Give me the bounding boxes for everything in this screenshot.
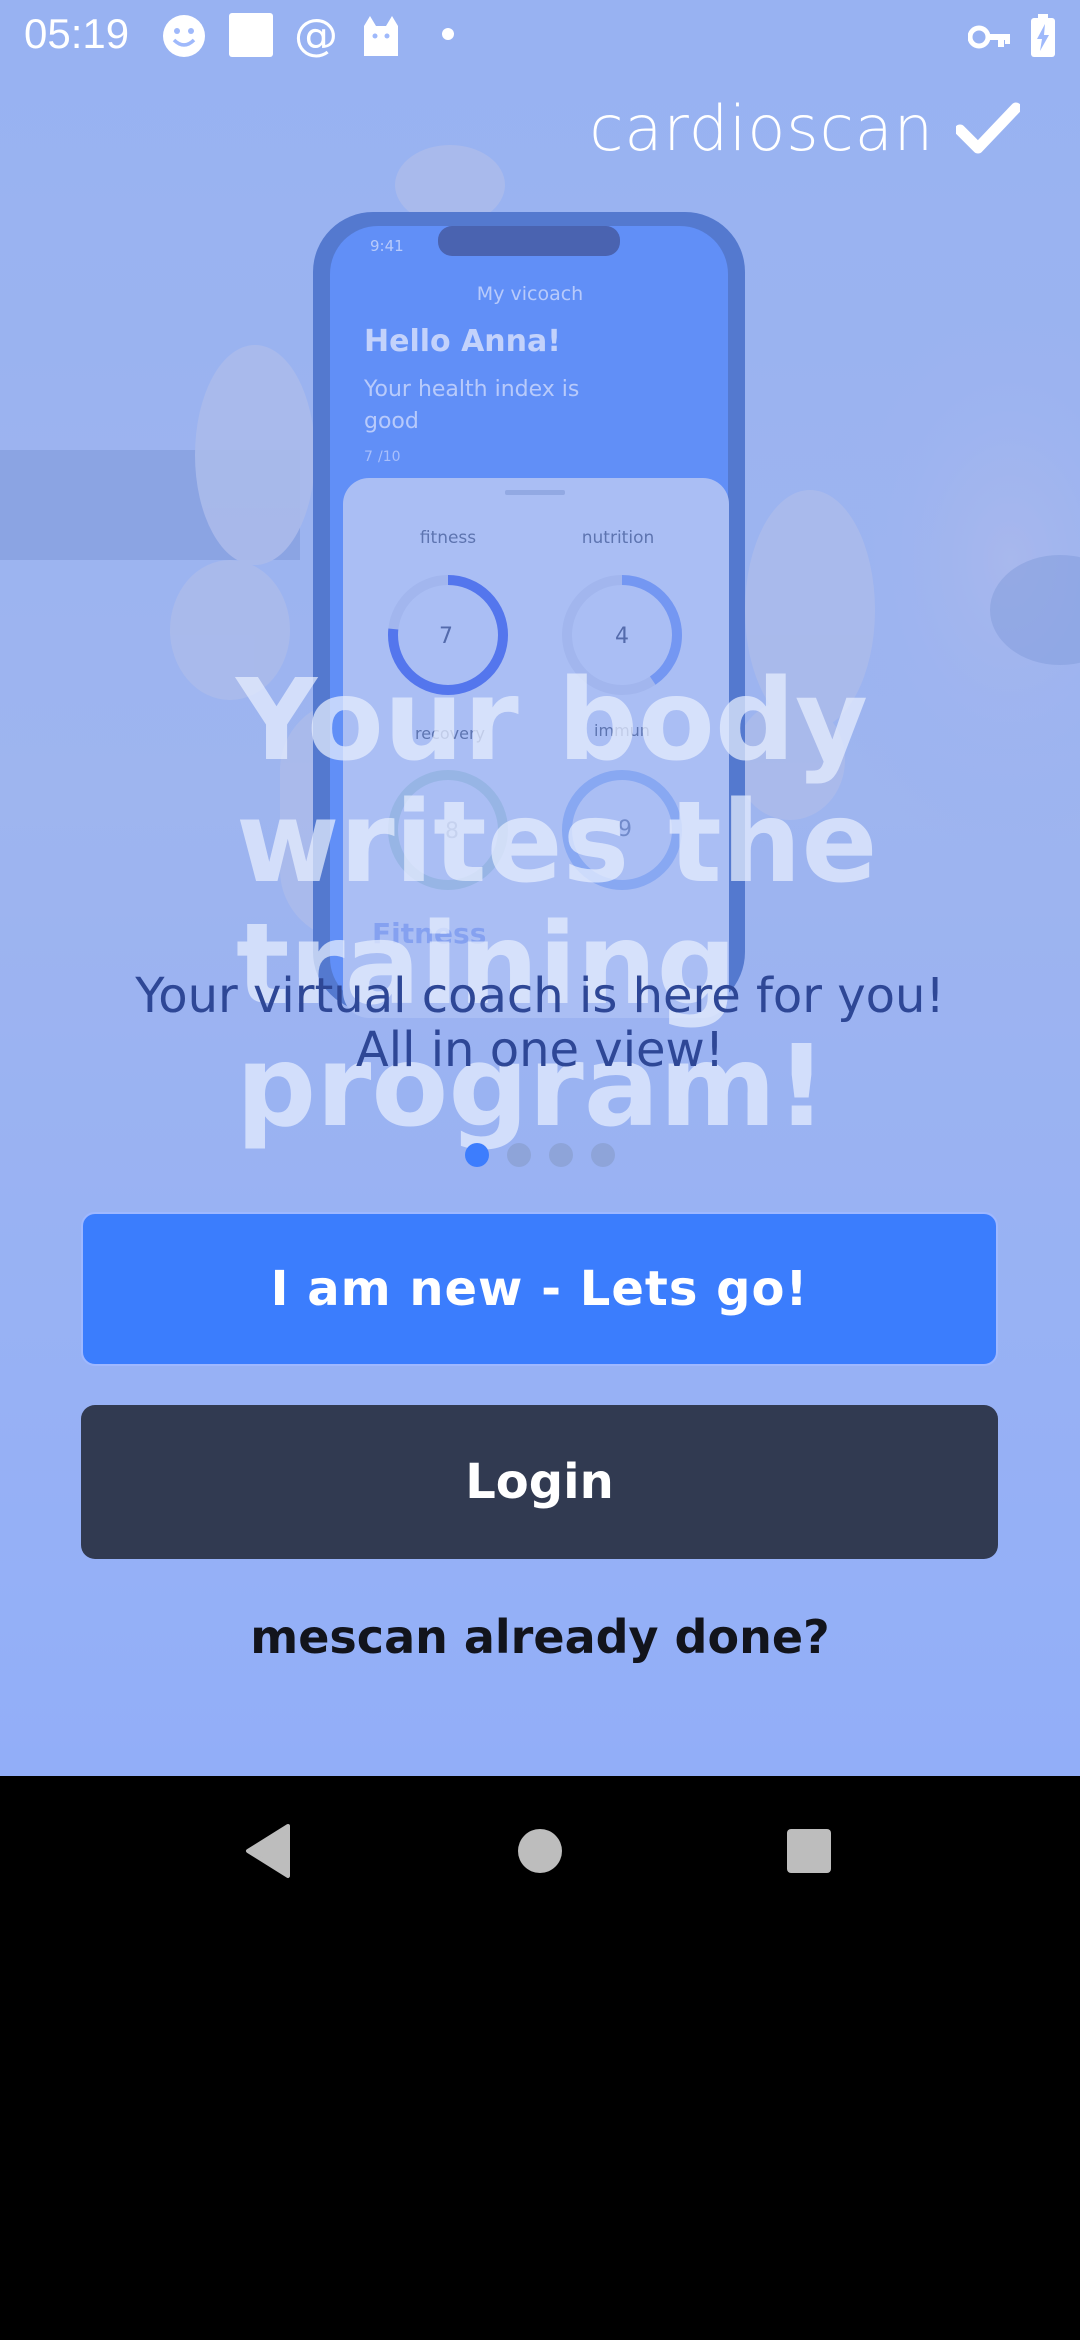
square-icon [229,13,273,57]
mescan-done-link[interactable]: mescan already done? [0,1610,1080,1664]
recents-icon[interactable] [774,1816,844,1886]
status-bar: 05:19 @ [0,0,1080,72]
page-indicator[interactable] [0,1143,1080,1167]
hero-subline-2: All in one view! [355,1022,725,1078]
login-button[interactable]: Login [81,1405,998,1559]
page-dot[interactable] [549,1143,573,1167]
page-dot[interactable] [591,1143,615,1167]
home-icon[interactable] [505,1816,575,1886]
app-screen: 9:41 My vicoach Hello Anna! Your health … [0,0,1080,1776]
smiley-icon [163,15,205,57]
status-time: 05:19 [24,10,130,57]
hero-subline: Your virtual coach is here for you! [135,968,945,1024]
cat-icon [364,16,398,56]
new-user-button[interactable]: I am new - Lets go! [81,1212,998,1366]
at-icon: @ [294,12,338,60]
system-nav-bar [0,1776,1080,1920]
dot-icon [442,28,454,40]
brand-logo: cardioscan [589,88,1020,168]
page-dot[interactable] [507,1143,531,1167]
key-icon [968,25,1010,49]
svg-text:@: @ [294,12,338,60]
battery-charging-icon [1031,14,1055,57]
back-icon[interactable] [233,1816,303,1886]
checkmark-icon [956,102,1020,154]
brand-name: cardioscan [589,91,934,165]
page-dot-active[interactable] [465,1143,489,1167]
